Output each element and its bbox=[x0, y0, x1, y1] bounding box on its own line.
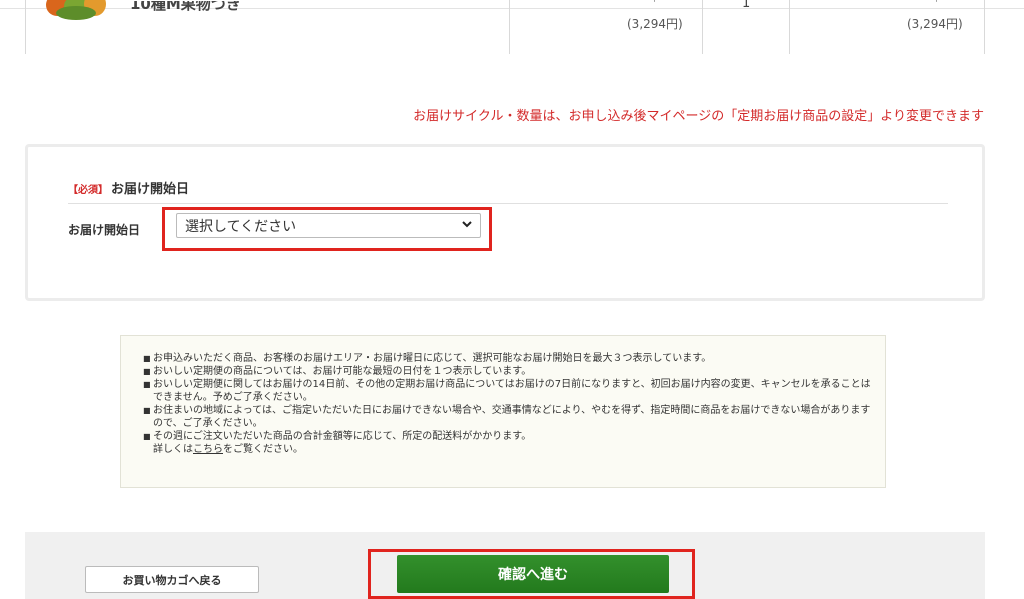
delivery-start-label: お届け開始日 bbox=[68, 223, 141, 237]
table-border bbox=[702, 0, 703, 54]
chevron-down-icon bbox=[462, 220, 472, 231]
delivery-start-select[interactable]: 選択してください bbox=[176, 213, 481, 238]
delivery-change-notice: お届けサイクル・数量は、お申し込み後マイページの「定期お届け商品の設定」より変更… bbox=[413, 109, 984, 124]
info-detail-prefix: 詳しくは bbox=[153, 444, 193, 455]
info-detail: 詳しくはこちらをご覧ください。 bbox=[121, 443, 885, 456]
info-detail-link[interactable]: こちら bbox=[193, 444, 223, 455]
delivery-start-select-value: 選択してください bbox=[185, 218, 297, 235]
table-border-left bbox=[25, 0, 26, 54]
info-item: おいしい定期便の商品については、お届け可能な最短の日付を１つ表示しています。 bbox=[143, 365, 873, 378]
required-tag: 【必須】 bbox=[68, 185, 108, 196]
info-list: お申込みいただく商品、お客様のお届けエリア・お届け曜日に応じて、選択可能なお届け… bbox=[121, 336, 885, 443]
info-item: お住まいの地域によっては、ご指定いただいた日にお届けできない場合や、交通事情など… bbox=[143, 404, 873, 430]
product-subtotal-sub: (3,294円) bbox=[907, 17, 963, 31]
info-detail-suffix: をご覧ください。 bbox=[223, 444, 303, 455]
product-quantity: 1 bbox=[742, 0, 751, 11]
product-thumbnail bbox=[40, 0, 112, 28]
info-item: おいしい定期便に関してはお届けの14日前、その他の定期お届け商品についてはお届け… bbox=[143, 378, 873, 404]
product-price-sub: (3,294円) bbox=[627, 17, 683, 31]
back-to-cart-button[interactable]: お買い物カゴへ戻る bbox=[85, 566, 259, 593]
delivery-start-title: 【必須】 お届け開始日 bbox=[68, 178, 189, 197]
delivery-start-title-text: お届け開始日 bbox=[111, 182, 190, 197]
subtotal-tick: ' bbox=[935, 0, 939, 10]
price-tick: ' bbox=[653, 0, 657, 10]
delivery-info-box: お申込みいただく商品、お客様のお届けエリア・お届け曜日に応じて、選択可能なお届け… bbox=[120, 335, 886, 488]
panel-divider bbox=[68, 203, 948, 204]
info-item: その週にご注文いただいた商品の合計金額等に応じて、所定の配送料がかかります。 bbox=[143, 430, 873, 443]
info-item: お申込みいただく商品、お客様のお届けエリア・お届け曜日に応じて、選択可能なお届け… bbox=[143, 352, 873, 365]
product-name: 10種M果物つき bbox=[130, 0, 241, 13]
table-border-right bbox=[984, 0, 985, 54]
table-border bbox=[789, 0, 790, 54]
table-border bbox=[509, 0, 510, 54]
proceed-to-confirm-button[interactable]: 確認へ進む bbox=[397, 555, 669, 593]
